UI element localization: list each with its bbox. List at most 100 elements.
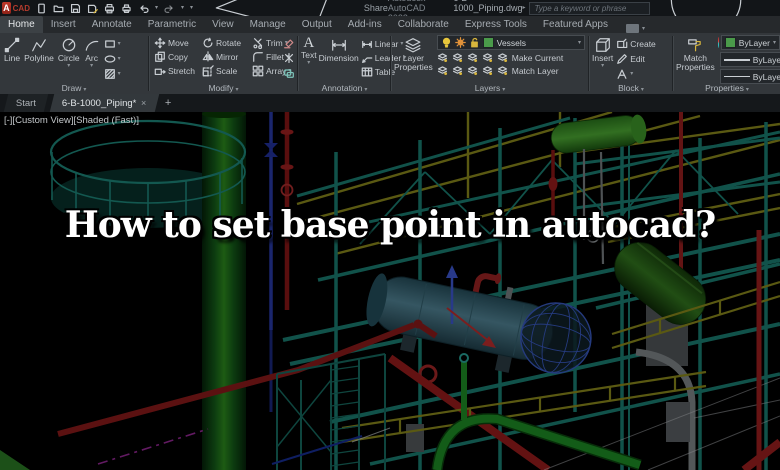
- circle-caret-icon[interactable]: ▾: [67, 63, 70, 69]
- layer-dropdown-caret-icon[interactable]: ▾: [578, 40, 581, 46]
- layer-thaw-sun-icon[interactable]: [455, 37, 466, 48]
- tab-start[interactable]: Start: [3, 94, 49, 112]
- linear-icon: [361, 38, 373, 50]
- offset-icon[interactable]: [283, 67, 295, 79]
- line-icon: [4, 37, 20, 53]
- panel-modify-footer[interactable]: Modify ▾: [150, 83, 297, 93]
- layer-properties-button[interactable]: Layer Properties: [394, 35, 433, 76]
- tab-featured-apps[interactable]: Featured Apps: [535, 16, 616, 33]
- undo-icon[interactable]: [138, 3, 149, 14]
- scale-button[interactable]: Scale: [202, 65, 252, 77]
- arc-button[interactable]: Arc ▾: [84, 35, 100, 80]
- tab-parametric[interactable]: Parametric: [140, 16, 204, 33]
- quick-access-toolbar: ▾ ▾ ▾: [36, 3, 193, 14]
- panel-properties-footer[interactable]: Properties ▾: [674, 83, 780, 93]
- layer-tool-icon[interactable]: [452, 65, 463, 76]
- panel-layers-footer[interactable]: Layers ▾: [392, 83, 588, 93]
- new-file-icon[interactable]: [36, 3, 47, 14]
- create-block-button[interactable]: Create: [616, 38, 656, 50]
- text-caret-icon[interactable]: ▾: [307, 60, 310, 66]
- layer-tool-icon[interactable]: [467, 52, 478, 63]
- erase-icon[interactable]: [283, 37, 295, 49]
- arc-caret-icon[interactable]: ▾: [90, 63, 93, 69]
- layer-tool-icon[interactable]: [437, 52, 448, 63]
- panel-draw-footer[interactable]: Draw ▾: [0, 83, 148, 93]
- tab-output[interactable]: Output: [294, 16, 340, 33]
- layer-tool-icon[interactable]: [452, 52, 463, 63]
- line-button[interactable]: Line: [4, 35, 20, 80]
- close-tab-icon[interactable]: ×: [142, 98, 147, 108]
- layer-tool-icon[interactable]: [437, 65, 448, 76]
- undo-caret-icon[interactable]: ▾: [155, 5, 158, 11]
- tab-add-ins[interactable]: Add-ins: [340, 16, 390, 33]
- tab-collaborate[interactable]: Collaborate: [390, 16, 457, 33]
- text-button[interactable]: A Text ▾: [301, 35, 317, 78]
- layer-tool-icon[interactable]: [482, 65, 493, 76]
- search-input[interactable]: [529, 1, 651, 15]
- linetype-dropdown[interactable]: ByLayer: [719, 69, 780, 84]
- circle-button[interactable]: Circle ▾: [58, 35, 80, 80]
- stretch-button[interactable]: Stretch: [154, 65, 202, 77]
- fillet-icon: [252, 51, 264, 63]
- make-current-button[interactable]: Make Current: [512, 53, 564, 63]
- panel-block-footer[interactable]: Block ▾: [590, 83, 672, 93]
- move-button[interactable]: Move: [154, 37, 202, 49]
- layer-tool-icon[interactable]: [497, 65, 508, 76]
- attributes-caret-icon[interactable]: ▾: [630, 71, 633, 77]
- tab-annotate[interactable]: Annotate: [84, 16, 140, 33]
- lineweight-dropdown[interactable]: ByLayer: [719, 52, 780, 67]
- hatch-icon[interactable]: [104, 68, 116, 80]
- qat-customize-icon[interactable]: ▾: [190, 5, 193, 11]
- plot-icon[interactable]: [104, 3, 115, 14]
- tab-manage[interactable]: Manage: [242, 16, 294, 33]
- attributes-icon: [616, 68, 628, 80]
- insert-block-button[interactable]: Insert ▾: [592, 35, 613, 80]
- rectangle-caret-icon[interactable]: ▾: [118, 41, 121, 47]
- save-as-icon[interactable]: [87, 3, 98, 14]
- drawing-area[interactable]: [-][Custom View][Shaded (Fast)] How to s…: [0, 112, 780, 470]
- layer-on-bulb-icon[interactable]: [441, 37, 452, 48]
- match-layer-button[interactable]: Match Layer: [512, 66, 559, 76]
- rectangle-icon[interactable]: [104, 38, 116, 50]
- polyline-icon: [31, 37, 47, 53]
- ribbon-overflow-button[interactable]: ▾: [625, 24, 645, 33]
- layer-stack-icon: [405, 37, 421, 53]
- viewport-controls[interactable]: [-][Custom View][Shaded (Fast)]: [4, 115, 139, 126]
- object-color-dropdown[interactable]: ByLayer ▾: [720, 35, 780, 50]
- tab-express-tools[interactable]: Express Tools: [457, 16, 535, 33]
- insert-caret-icon[interactable]: ▾: [601, 63, 604, 69]
- redo-caret-icon[interactable]: ▾: [181, 5, 184, 11]
- color-wheel-icon[interactable]: [717, 37, 719, 48]
- layer-dropdown[interactable]: Vessels ▾: [436, 35, 585, 50]
- redo-icon[interactable]: [164, 3, 175, 14]
- copy-button[interactable]: Copy: [154, 51, 202, 63]
- mirror-button[interactable]: Mirror: [202, 51, 252, 63]
- open-folder-icon[interactable]: [53, 3, 64, 14]
- rotate-icon: [202, 37, 214, 49]
- layer-tool-icon[interactable]: [467, 65, 478, 76]
- attributes-button[interactable]: ▾: [616, 68, 656, 80]
- print-icon[interactable]: [121, 3, 132, 14]
- tab-home[interactable]: Home: [0, 16, 43, 33]
- layer-unlock-icon[interactable]: [469, 37, 480, 48]
- ellipse-caret-icon[interactable]: ▾: [118, 56, 121, 62]
- panel-annotation-footer[interactable]: Annotation ▾: [299, 83, 390, 93]
- search-expand-icon[interactable]: ▸: [522, 5, 525, 11]
- polyline-button[interactable]: Polyline: [24, 35, 54, 80]
- tab-insert[interactable]: Insert: [43, 16, 84, 33]
- rotate-button[interactable]: Rotate: [202, 37, 252, 49]
- new-drawing-icon[interactable]: +: [157, 94, 179, 112]
- dimension-button[interactable]: Dimension: [319, 35, 359, 78]
- ellipse-icon[interactable]: [104, 53, 116, 65]
- edit-block-button[interactable]: Edit: [616, 53, 656, 65]
- match-properties-button[interactable]: Match Properties: [676, 35, 715, 84]
- layer-color-swatch[interactable]: [482, 37, 494, 48]
- autocad-logo-icon[interactable]: A: [2, 2, 11, 14]
- tab-view[interactable]: View: [204, 16, 242, 33]
- explode-icon[interactable]: [283, 52, 295, 64]
- save-icon[interactable]: [70, 3, 81, 14]
- layer-tool-icon[interactable]: [497, 52, 508, 63]
- tab-document[interactable]: 6-B-1000_Piping* ×: [49, 94, 160, 112]
- layer-tool-icon[interactable]: [482, 52, 493, 63]
- hatch-caret-icon[interactable]: ▾: [118, 71, 121, 77]
